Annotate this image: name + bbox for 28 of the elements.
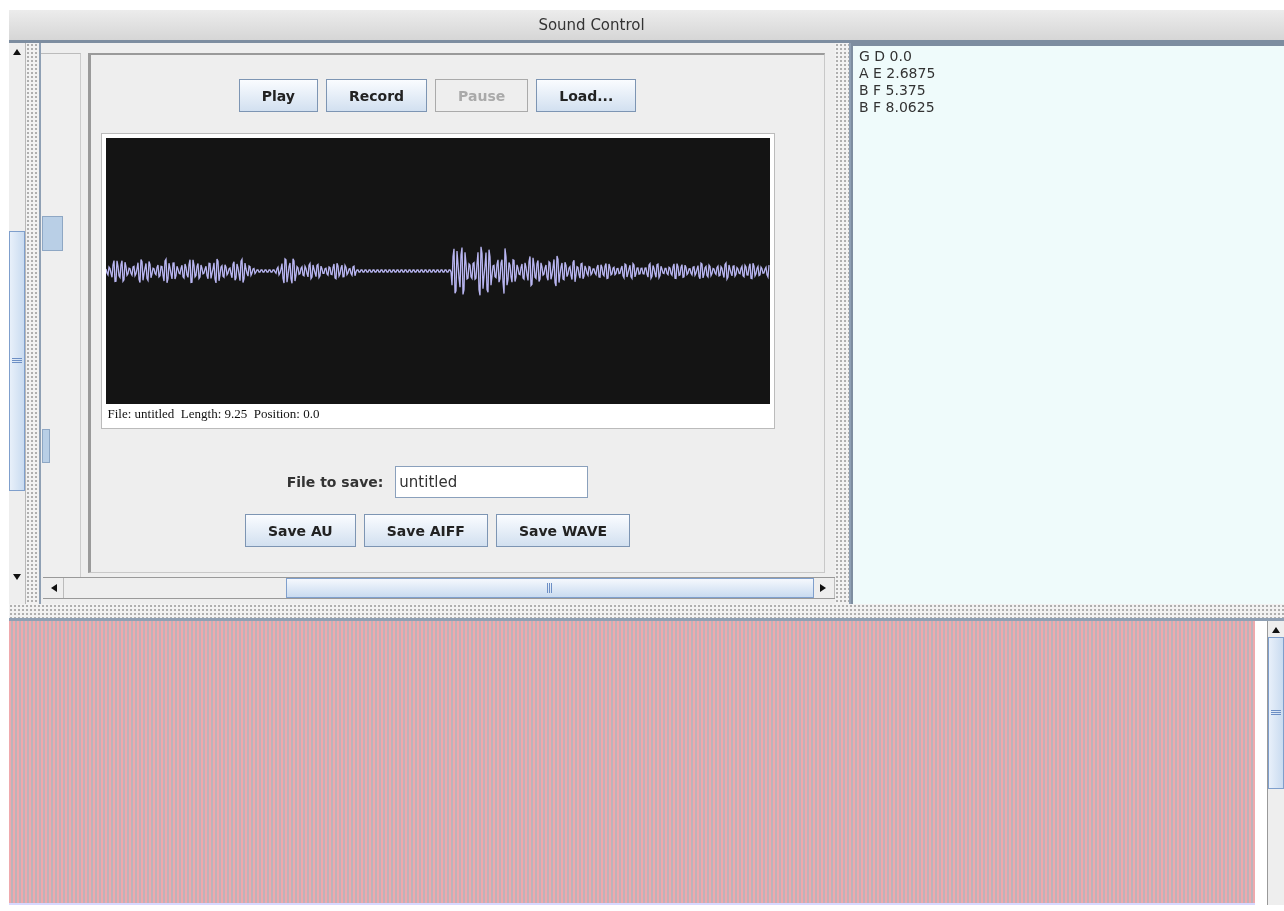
window-title: Sound Control <box>538 16 645 34</box>
waveform-status: File: untitled Length: 9.25 Position: 0.0 <box>106 405 321 423</box>
scroll-down-icon[interactable] <box>13 572 21 580</box>
transport-button[interactable]: Record <box>326 79 428 112</box>
scroll-thumb[interactable] <box>1268 637 1284 789</box>
file-label: File to save: <box>286 474 384 490</box>
note-line: G D 0.0 <box>859 48 913 65</box>
marker-block <box>42 216 63 251</box>
filename-field[interactable]: untitled <box>395 466 589 498</box>
transport-button[interactable]: Play <box>238 79 318 112</box>
save-button[interactable]: Save AU <box>244 514 356 547</box>
marker-block <box>42 429 50 463</box>
vertical-scrollbar[interactable] <box>1267 621 1284 905</box>
save-button[interactable]: Save AIFF <box>363 514 488 547</box>
note-line: B F 5.375 <box>859 82 927 99</box>
save-button[interactable]: Save WAVE <box>495 514 631 547</box>
scroll-up-icon[interactable] <box>13 47 21 55</box>
note-line: B F 8.0625 <box>859 99 936 116</box>
scroll-up-icon[interactable] <box>1272 625 1280 633</box>
horizontal-scrollbar[interactable] <box>43 577 835 599</box>
transport-button[interactable]: Load... <box>536 79 637 112</box>
scroll-left-icon[interactable] <box>49 584 57 592</box>
note-line: A E 2.6875 <box>859 65 937 82</box>
vertical-scrollbar[interactable] <box>9 43 26 604</box>
scroll-thumb[interactable] <box>9 231 25 491</box>
notes-area[interactable]: G D 0.0 A E 2.6875 B F 5.375 B F 8.0625 <box>851 43 1284 604</box>
scroll-right-icon[interactable] <box>820 584 828 592</box>
scroll-thumb[interactable] <box>286 578 814 598</box>
